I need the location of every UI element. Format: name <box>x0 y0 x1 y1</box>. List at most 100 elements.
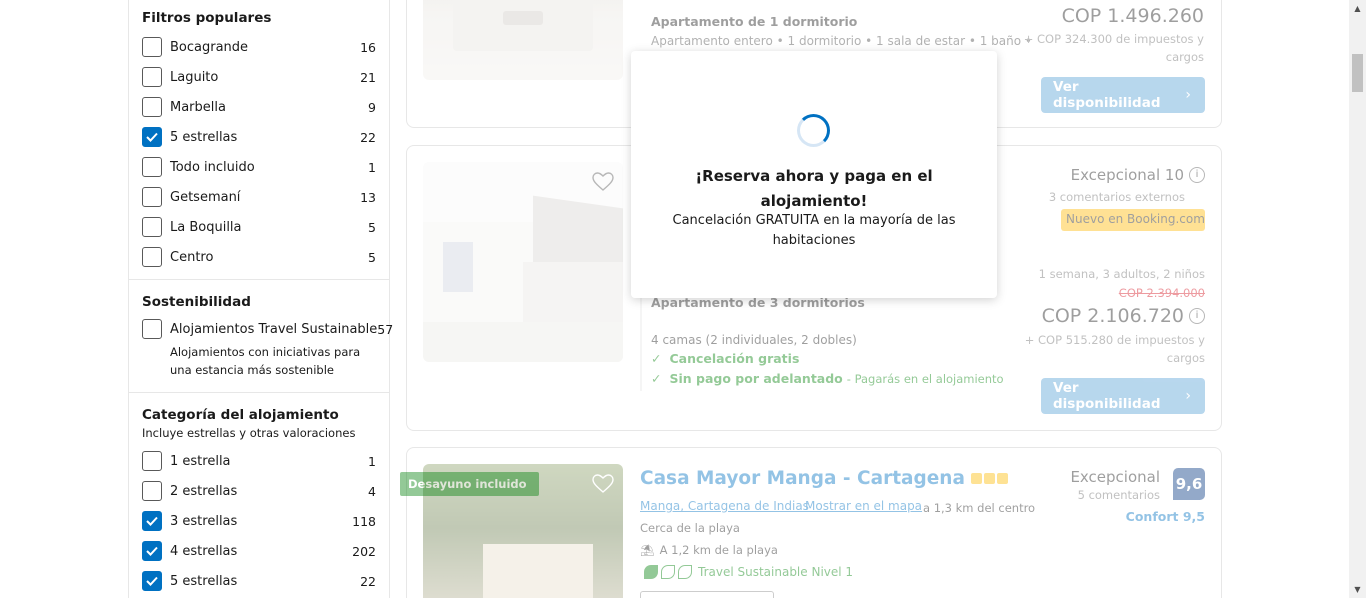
star-rating <box>970 473 1008 484</box>
filter-count: 5 <box>368 249 376 265</box>
filter-count: 22 <box>360 573 376 589</box>
rating-text: Excepcional 10 <box>1070 166 1184 184</box>
info-icon[interactable]: i <box>1189 308 1205 324</box>
checkbox[interactable] <box>142 97 162 117</box>
filter-option[interactable]: 4 estrellas 202 <box>142 536 376 566</box>
property-name-label: Casa Mayor Manga - Cartagena <box>640 468 965 489</box>
popular-filters-section: Filtros populares Bocagrande 16 Laguito 21 M… <box>129 0 389 280</box>
filter-option[interactable]: Todo incluido 1 <box>142 152 376 182</box>
booking-loader-dialog: ¡Reserva ahora y paga en el alojamiento!… <box>631 51 997 298</box>
dialog-title: ¡Reserva ahora y paga en el alojamiento! <box>695 167 933 210</box>
filter-count: 5 <box>368 219 376 235</box>
comfort-score: Confort 9,5 <box>1125 509 1205 524</box>
filters-sidebar: Filtros populares Bocagrande 16 Laguito 21 M… <box>128 0 393 598</box>
no-prepayment: ✓ Sin pago por adelantado - Pagarás en el … <box>651 371 1004 386</box>
filter-option[interactable]: Bocagrande 16 <box>142 32 376 62</box>
beach-distance: ⛱ A 1,2 km de la playa <box>640 543 778 557</box>
page: Filtros populares Bocagrande 16 Laguito 21 M… <box>0 0 1366 598</box>
filter-count: 22 <box>360 129 376 145</box>
checkbox[interactable] <box>142 187 162 207</box>
chevron-right-icon: › <box>1185 388 1191 404</box>
filter-label: 3 estrellas <box>170 513 238 529</box>
category-section: Categoría del alojamiento Incluye estrel… <box>129 393 389 596</box>
check-icon: ✓ <box>651 351 662 366</box>
rating-label: Excepcional 10 i <box>1071 166 1205 184</box>
filter-label: Bocagrande <box>170 39 249 55</box>
checkbox[interactable] <box>142 451 162 471</box>
scroll-up-icon[interactable]: ▲ <box>1349 0 1366 17</box>
checkbox[interactable] <box>142 319 162 339</box>
towel-shape <box>503 11 543 25</box>
new-on-booking-badge: Nuevo en Booking.com <box>1061 209 1205 231</box>
filter-option[interactable]: La Boquilla 5 <box>142 212 376 242</box>
score-value: 9,6 <box>1175 475 1203 493</box>
popular-filters-title: Filtros populares <box>142 10 272 26</box>
filter-count: 1 <box>368 159 376 175</box>
sustainability-title: Sostenibilidad <box>142 294 251 310</box>
filter-option[interactable]: Laguito 21 <box>142 62 376 92</box>
filter-label: 5 estrellas <box>170 573 238 589</box>
filter-count: 57 <box>377 321 394 337</box>
filter-count: 1 <box>368 453 376 469</box>
filter-count: 13 <box>360 189 376 205</box>
filter-option[interactable]: 5 estrellas 22 <box>142 566 376 596</box>
info-icon[interactable]: i <box>1189 167 1205 183</box>
checkbox[interactable] <box>142 37 162 57</box>
checkbox[interactable] <box>142 67 162 87</box>
free-cancellation-label: Cancelación gratis <box>669 351 800 366</box>
chair-shape <box>443 242 473 292</box>
old-price: COP 2.394.000 <box>1118 286 1205 300</box>
badge-label: Desayuno incluido <box>408 477 527 491</box>
sustainable-label: Travel Sustainable Nivel 1 <box>698 565 854 579</box>
checkbox[interactable] <box>142 157 162 177</box>
checkbox[interactable] <box>142 511 162 531</box>
filter-option[interactable]: Getsemaní 13 <box>142 182 376 212</box>
checkbox[interactable] <box>142 481 162 501</box>
leaf-icon <box>661 565 675 579</box>
heart-icon[interactable] <box>591 472 615 496</box>
checkmark-icon <box>146 516 158 526</box>
scroll-down-icon[interactable]: ▼ <box>1349 581 1366 598</box>
filter-count: 9 <box>368 99 376 115</box>
beach-icon: ⛱ <box>640 543 655 557</box>
filter-option[interactable]: 2 estrellas 4 <box>142 476 376 506</box>
checkmark-icon <box>146 546 158 556</box>
checkbox[interactable] <box>142 127 162 147</box>
property-name[interactable]: Casa Mayor Manga - Cartagena <box>640 468 1008 489</box>
show-on-map-link[interactable]: Mostrar en el mapa <box>805 499 922 513</box>
star-icon <box>983 473 995 484</box>
house-shape <box>483 544 593 598</box>
chevron-right-icon: › <box>1185 87 1191 103</box>
price: COP 1.496.260 <box>1061 5 1204 27</box>
filter-label: 1 estrella <box>170 453 231 469</box>
scroll-thumb[interactable] <box>1352 54 1363 92</box>
property-photo[interactable] <box>423 162 623 362</box>
filter-option[interactable]: 5 estrellas 22 <box>142 122 376 152</box>
filter-label: La Boquilla <box>170 219 242 235</box>
filter-label: 4 estrellas <box>170 543 238 559</box>
page-scrollbar[interactable]: ▲ ▼ <box>1349 0 1366 598</box>
room-type: Apartamento de 1 dormitorio <box>651 14 858 29</box>
location-link[interactable]: Manga, Cartagena de Indias <box>640 499 809 513</box>
filter-label: 5 estrellas <box>170 129 238 145</box>
bed-shape <box>453 0 593 51</box>
see-availability-button[interactable]: Ver disponibilidad › <box>1041 378 1205 414</box>
see-availability-button[interactable]: Ver disponibilidad › <box>1041 77 1205 113</box>
checkbox[interactable] <box>142 217 162 237</box>
checkbox[interactable] <box>142 247 162 267</box>
filter-option[interactable]: 3 estrellas 118 <box>142 506 376 536</box>
review-count: 5 comentarios <box>1077 488 1160 502</box>
filter-label: Getsemaní <box>170 189 241 205</box>
distance-center: a 1,3 km del centro <box>923 501 1036 515</box>
dialog-subtitle: Cancelación GRATUITA en la mayoría de la… <box>672 213 956 248</box>
checkbox[interactable] <box>142 541 162 561</box>
checkbox[interactable] <box>142 571 162 591</box>
filter-travel-sustainable[interactable]: Alojamientos Travel Sustainable 57 <box>142 315 393 343</box>
heart-icon[interactable] <box>591 170 615 194</box>
filter-option[interactable]: Centro 5 <box>142 242 376 272</box>
review-count: 3 comentarios externos <box>1048 190 1185 204</box>
filter-option[interactable]: Marbella 9 <box>142 92 376 122</box>
property-photo[interactable] <box>423 0 623 80</box>
sustainable-level: Travel Sustainable Nivel 1 <box>644 565 853 579</box>
filter-option[interactable]: 1 estrella 1 <box>142 446 376 476</box>
